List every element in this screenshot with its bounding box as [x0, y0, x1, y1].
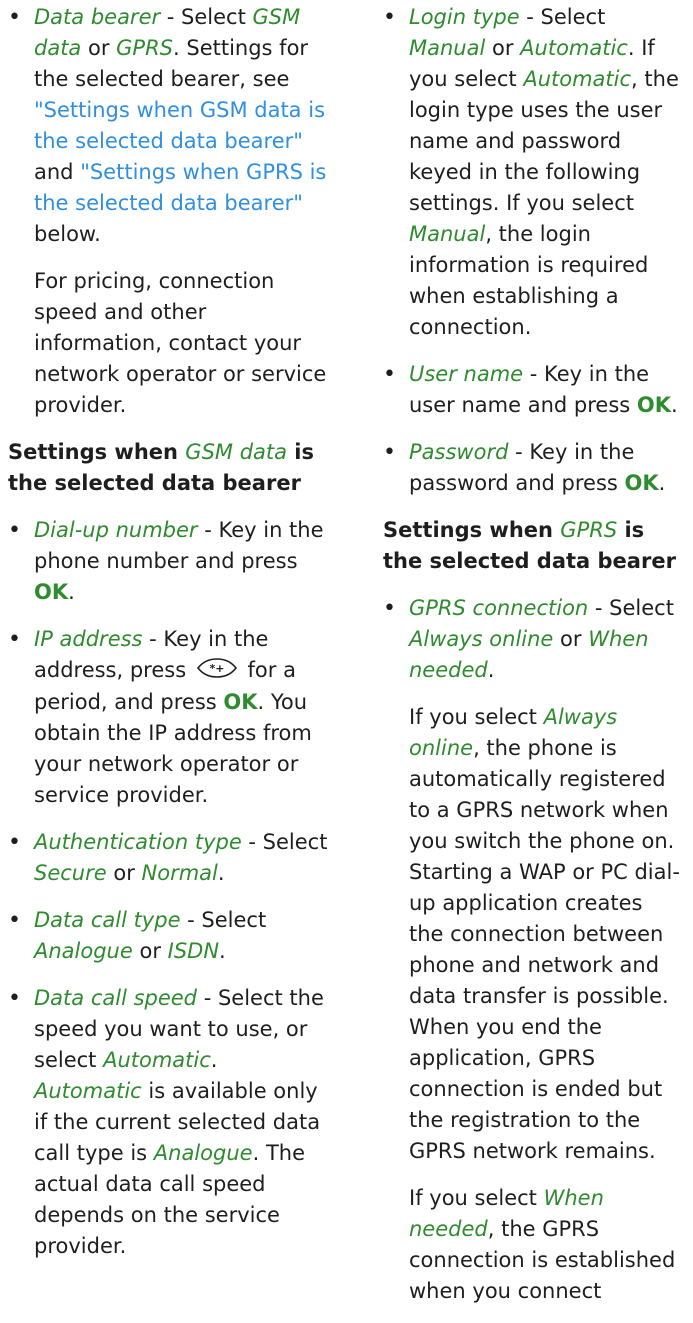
option-automatic: Automatic	[34, 1078, 142, 1103]
term-user-name: User name	[409, 362, 524, 386]
link-settings-gsm[interactable]: "Settings when GSM data is the selected …	[34, 98, 325, 153]
list-item-data-call-type: Data call type - Select Analogue or ISDN…	[8, 905, 328, 967]
option-secure: Secure	[34, 860, 107, 885]
term-ip-address: IP address	[34, 627, 143, 651]
list-item-authentication-type: Authentication type - Select Secure or N…	[8, 827, 328, 889]
option-normal: Normal	[141, 860, 218, 885]
term-gprs-connection: GPRS connection	[409, 596, 589, 620]
right-column: Login type - Select Manual or Automatic.…	[383, 2, 683, 1323]
text-fragment: below.	[34, 222, 101, 246]
text-fragment: - Select	[588, 596, 674, 620]
text-fragment: - Select	[180, 907, 267, 932]
text-fragment: or	[485, 36, 521, 60]
list-item-login-type: Login type - Select Manual or Automatic.…	[383, 2, 683, 343]
term-password: Password	[409, 440, 509, 464]
term-login-type: Login type	[409, 5, 520, 29]
option-automatic: Automatic	[523, 67, 632, 91]
option-always-online: Always online	[409, 627, 554, 651]
text-fragment: or	[553, 627, 589, 651]
list-item-password: Password - Key in the password and press…	[383, 437, 683, 499]
term-dial-up-number: Dial-up number	[34, 518, 198, 542]
text-fragment: .	[671, 393, 678, 417]
settings-list-right: Login type - Select Manual or Automatic.…	[383, 2, 683, 499]
option-gprs: GPRS	[116, 36, 174, 60]
term-data-call-speed: Data call speed	[34, 985, 198, 1010]
heading-option-gprs: GPRS	[560, 518, 618, 542]
gprs-settings-list: GPRS connection - Select Always online o…	[383, 593, 683, 1307]
key-ok: OK	[223, 689, 258, 714]
text-fragment: Settings when	[8, 440, 186, 464]
text-fragment: Settings when	[383, 518, 561, 542]
list-item-data-bearer: Data bearer - Select GSM data or GPRS. S…	[8, 2, 328, 421]
text-fragment: - Select	[241, 829, 328, 854]
option-isdn: ISDN	[167, 938, 220, 963]
svg-text:*+: *+	[209, 662, 224, 675]
when-needed-paragraph: If you select When needed, the GPRS conn…	[409, 1183, 683, 1307]
option-manual: Manual	[409, 222, 486, 246]
left-column: Data bearer - Select GSM data or GPRS. S…	[8, 2, 328, 1278]
option-manual: Manual	[409, 36, 486, 60]
option-analogue: Analogue	[34, 938, 133, 963]
term-data-call-type: Data call type	[34, 907, 181, 932]
list-item-dial-up-number: Dial-up number - Key in the phone number…	[8, 515, 328, 608]
list-item-gprs-connection: GPRS connection - Select Always online o…	[383, 593, 683, 1307]
star-key-icon: *+	[195, 656, 239, 687]
text-fragment: or	[132, 938, 168, 963]
key-ok: OK	[624, 471, 659, 495]
text-fragment: .	[210, 1047, 218, 1072]
option-automatic: Automatic	[103, 1047, 211, 1072]
text-fragment: and	[34, 160, 81, 184]
list-item-ip-address: IP address - Key in the address, press *…	[8, 624, 328, 811]
text-fragment: If you select	[409, 705, 544, 729]
gprs-connection-text: GPRS connection - Select Always online o…	[409, 593, 683, 686]
text-fragment: - Select	[519, 5, 606, 29]
text-fragment: .	[68, 580, 75, 604]
text-fragment: If you select	[409, 1186, 544, 1210]
option-analogue: Analogue	[153, 1140, 253, 1165]
heading-option-gsm-data: GSM data	[185, 440, 287, 464]
option-automatic: Automatic	[520, 36, 628, 60]
list-item-data-call-speed: Data call speed - Select the speed you w…	[8, 983, 328, 1262]
text-fragment: .	[658, 471, 666, 495]
always-online-paragraph: If you select Always online, the phone i…	[409, 702, 683, 1167]
term-data-bearer: Data bearer	[34, 5, 161, 29]
key-ok: OK	[34, 580, 69, 604]
text-fragment: - Select	[160, 5, 253, 29]
heading-gprs-settings: Settings when GPRS is the selected data …	[383, 515, 683, 577]
pricing-note: For pricing, connection speed and other …	[34, 269, 327, 417]
term-authentication-type: Authentication type	[34, 829, 242, 854]
heading-gsm-settings: Settings when GSM data is the selected d…	[8, 437, 328, 499]
text-fragment: .	[219, 938, 226, 963]
list-item-user-name: User name - Key in the user name and pre…	[383, 359, 683, 421]
key-ok: OK	[636, 393, 671, 417]
data-bearer-text: Data bearer - Select GSM data or GPRS. S…	[34, 2, 328, 250]
text-fragment: .	[487, 658, 495, 682]
text-fragment: .	[217, 860, 225, 885]
text-fragment: or	[106, 860, 142, 885]
text-fragment: or	[81, 36, 117, 60]
settings-list-left: Data bearer - Select GSM data or GPRS. S…	[8, 2, 328, 421]
text-fragment: , the phone is automatically registered …	[409, 736, 680, 1163]
gsm-settings-list: Dial-up number - Key in the phone number…	[8, 515, 328, 1262]
